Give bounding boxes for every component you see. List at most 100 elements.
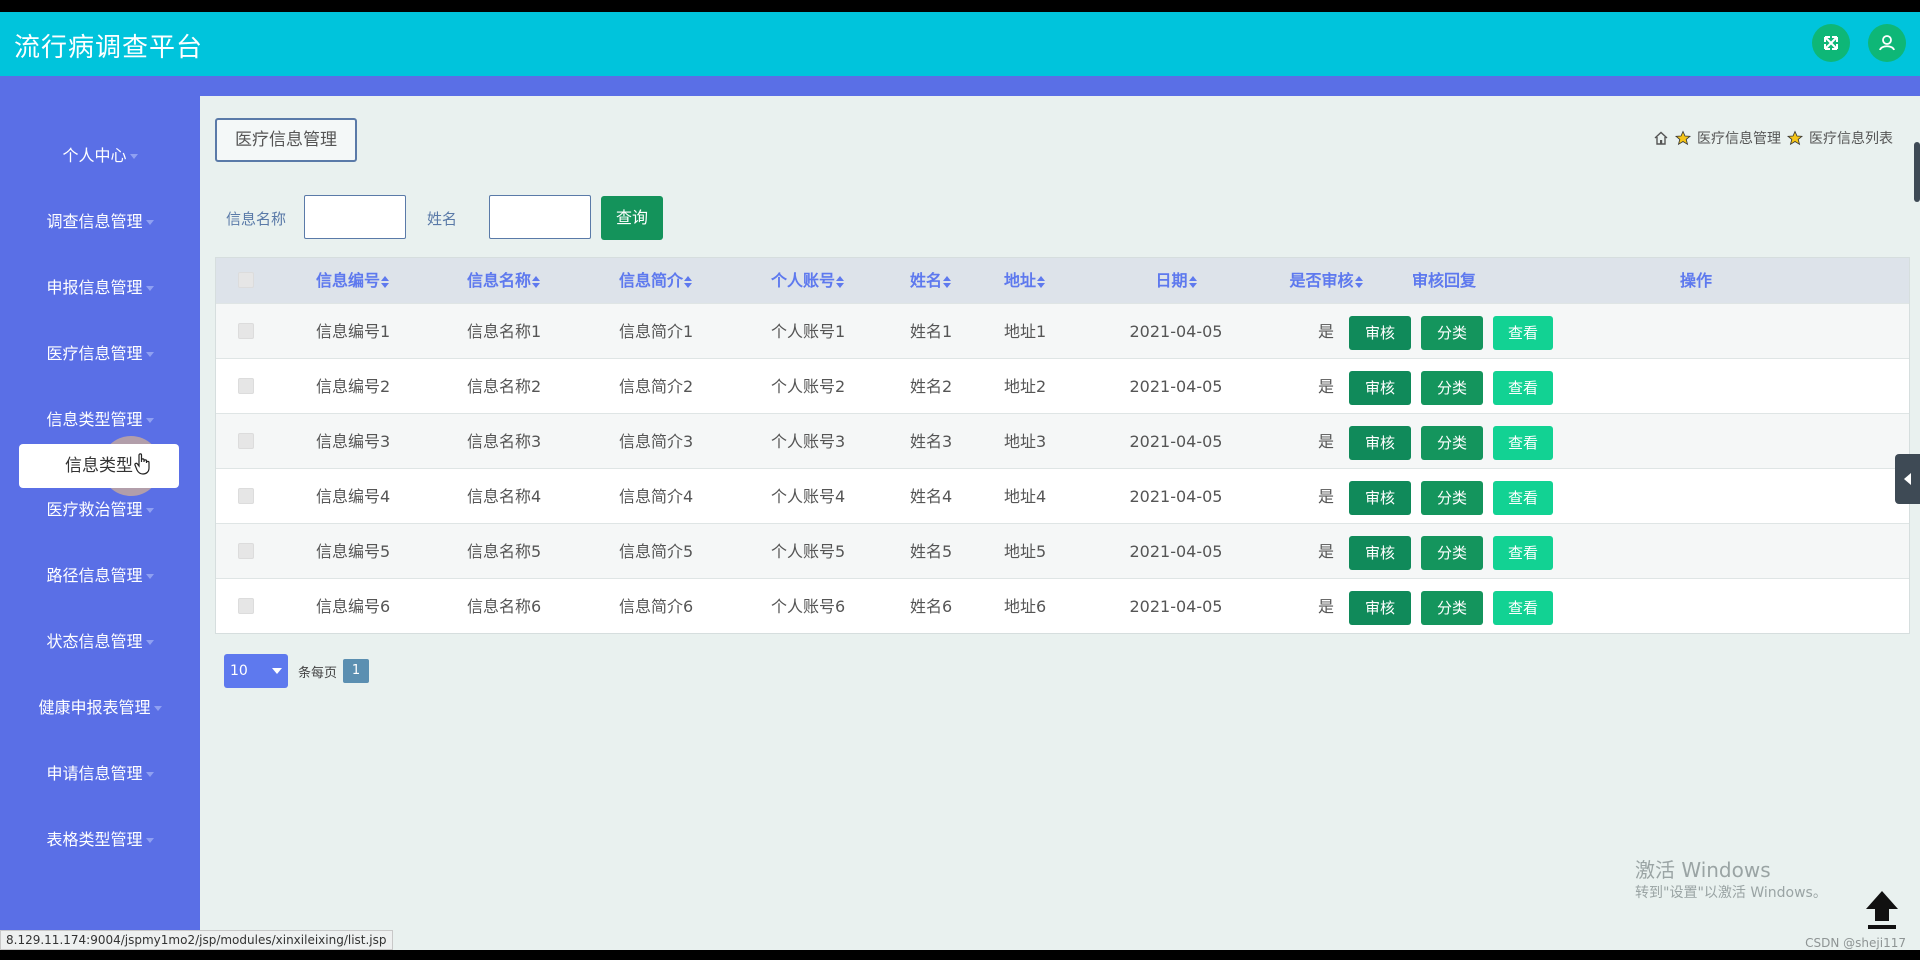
sidebar-item-form-type[interactable]: 表格类型管理 bbox=[0, 825, 200, 855]
table-cell-intro: 信息简介1 bbox=[619, 322, 694, 341]
app-title: 流行病调查平台 bbox=[14, 33, 204, 63]
hand-cursor-icon bbox=[134, 453, 150, 475]
table-cell-id: 信息编号4 bbox=[316, 487, 391, 506]
person-name-input[interactable] bbox=[489, 195, 591, 239]
table-cell-intro: 信息简介2 bbox=[619, 377, 694, 396]
table-cell-person: 姓名2 bbox=[910, 377, 953, 396]
sidebar-item-treatment[interactable]: 医疗救治管理 bbox=[0, 495, 200, 525]
sidebar-item-medical-info[interactable]: 医疗信息管理 bbox=[0, 339, 200, 369]
view-button[interactable]: 查看 bbox=[1493, 536, 1553, 570]
sidebar-item-application-info[interactable]: 申请信息管理 bbox=[0, 759, 200, 789]
view-button[interactable]: 查看 bbox=[1493, 426, 1553, 460]
column-header[interactable]: 信息名称 bbox=[467, 258, 541, 303]
review-button[interactable]: 审核 bbox=[1349, 371, 1411, 405]
chevron-down-icon bbox=[129, 154, 138, 159]
row-checkbox[interactable] bbox=[238, 488, 254, 504]
sidebar-item-report-info[interactable]: 申报信息管理 bbox=[0, 273, 200, 303]
sidebar-item-label: 医疗救治管理 bbox=[46, 500, 143, 519]
table-cell-account: 个人账号3 bbox=[771, 432, 846, 451]
sidebar-item-personal-center[interactable]: 个人中心 bbox=[0, 141, 200, 171]
data-table: 信息编号 信息名称 信息简介 个人账号 姓名 地址 日期 是否审核 审核回复 操… bbox=[215, 257, 1910, 634]
table-row: 信息编号1 信息名称1 信息简介1 个人账号1 姓名1 地址1 2021-04-05 是审核分… bbox=[216, 303, 1909, 358]
table-cell-addr: 地址4 bbox=[1004, 487, 1047, 506]
page-number-button[interactable]: 1 bbox=[343, 659, 369, 683]
view-button[interactable]: 查看 bbox=[1493, 591, 1553, 625]
table-cell-name: 信息名称3 bbox=[467, 432, 542, 451]
user-button[interactable] bbox=[1868, 24, 1906, 62]
expand-icon bbox=[1824, 36, 1838, 50]
column-header[interactable]: 姓名 bbox=[910, 258, 952, 303]
column-header[interactable]: 信息编号 bbox=[316, 258, 390, 303]
review-button[interactable]: 审核 bbox=[1349, 591, 1411, 625]
chevron-down-icon bbox=[145, 772, 154, 777]
row-checkbox[interactable] bbox=[238, 378, 254, 394]
activation-watermark-subtitle: 转到"设置"以激活 Windows。 bbox=[1635, 885, 1827, 901]
back-to-top-icon[interactable] bbox=[1862, 887, 1902, 931]
column-header[interactable]: 是否审核 bbox=[1266, 258, 1386, 303]
view-button[interactable]: 查看 bbox=[1493, 316, 1553, 350]
classify-button[interactable]: 分类 bbox=[1421, 591, 1483, 625]
star-icon bbox=[1787, 130, 1803, 146]
classify-button[interactable]: 分类 bbox=[1421, 481, 1483, 515]
chevron-down-icon bbox=[145, 508, 154, 513]
table-cell-person: 姓名3 bbox=[910, 432, 953, 451]
select-all-checkbox[interactable] bbox=[238, 272, 254, 288]
search-button[interactable]: 查询 bbox=[601, 196, 663, 240]
chevron-down-icon bbox=[272, 668, 282, 674]
sort-icon bbox=[1354, 275, 1363, 288]
view-button[interactable]: 查看 bbox=[1493, 371, 1553, 405]
column-header[interactable]: 地址 bbox=[1004, 258, 1046, 303]
classify-button[interactable]: 分类 bbox=[1421, 536, 1483, 570]
scrollbar-thumb[interactable] bbox=[1914, 142, 1920, 202]
row-checkbox[interactable] bbox=[238, 433, 254, 449]
column-header[interactable]: 日期 bbox=[1116, 258, 1236, 303]
table-cell-account: 个人账号4 bbox=[771, 487, 846, 506]
table-cell-name: 信息名称5 bbox=[467, 542, 542, 561]
row-checkbox[interactable] bbox=[238, 543, 254, 559]
table-cell-id: 信息编号5 bbox=[316, 542, 391, 561]
header-strip bbox=[0, 76, 1920, 96]
page-size-select[interactable]: 10 bbox=[224, 654, 288, 688]
review-button[interactable]: 审核 bbox=[1349, 536, 1411, 570]
app-window: 流行病调查平台 个人中心 调查信息管理 申报信息管理 医疗信息管理 信息类型管理… bbox=[0, 12, 1920, 950]
classify-button[interactable]: 分类 bbox=[1421, 426, 1483, 460]
table-cell-date: 2021-04-05 bbox=[1129, 322, 1223, 341]
table-cell-id: 信息编号2 bbox=[316, 377, 391, 396]
breadcrumb-item[interactable]: 医疗信息列表 bbox=[1809, 128, 1893, 148]
review-button[interactable]: 审核 bbox=[1349, 481, 1411, 515]
classify-button[interactable]: 分类 bbox=[1421, 371, 1483, 405]
info-name-input[interactable] bbox=[304, 195, 406, 239]
home-icon[interactable] bbox=[1653, 130, 1669, 146]
submenu-item-label: 信息类型 bbox=[65, 456, 133, 476]
table-cell-name: 信息名称1 bbox=[467, 322, 542, 341]
sidebar-item-label: 申请信息管理 bbox=[46, 764, 143, 783]
sidebar-item-info-type[interactable]: 信息类型管理 bbox=[0, 405, 200, 435]
submenu-item-info-type[interactable]: 信息类型 bbox=[19, 444, 179, 488]
breadcrumb-item[interactable]: 医疗信息管理 bbox=[1697, 128, 1781, 148]
sidebar-item-status-info[interactable]: 状态信息管理 bbox=[0, 627, 200, 657]
chevron-down-icon bbox=[145, 286, 154, 291]
column-header[interactable]: 信息简介 bbox=[619, 258, 693, 303]
sidebar-item-route-info[interactable]: 路径信息管理 bbox=[0, 561, 200, 591]
activation-watermark-title: 激活 Windows bbox=[1635, 858, 1771, 882]
sidebar-item-health-report[interactable]: 健康申报表管理 bbox=[0, 693, 200, 723]
classify-button[interactable]: 分类 bbox=[1421, 316, 1483, 350]
table-cell-id: 信息编号3 bbox=[316, 432, 391, 451]
table-cell-intro: 信息简介6 bbox=[619, 597, 694, 616]
row-checkbox[interactable] bbox=[238, 598, 254, 614]
collapse-panel-button[interactable] bbox=[1895, 454, 1920, 504]
review-button[interactable]: 审核 bbox=[1349, 316, 1411, 350]
table-cell-date: 2021-04-05 bbox=[1129, 377, 1223, 396]
chevron-down-icon bbox=[145, 220, 154, 225]
table-row: 信息编号4 信息名称4 信息简介4 个人账号4 姓名4 地址4 2021-04-05 是审核分… bbox=[216, 468, 1909, 523]
view-button[interactable]: 查看 bbox=[1493, 481, 1553, 515]
table-cell-addr: 地址2 bbox=[1004, 377, 1047, 396]
column-header[interactable]: 个人账号 bbox=[771, 258, 845, 303]
sidebar-item-survey-info[interactable]: 调查信息管理 bbox=[0, 207, 200, 237]
fullscreen-button[interactable] bbox=[1812, 24, 1850, 62]
table-cell-date: 2021-04-05 bbox=[1129, 487, 1223, 506]
table-row: 信息编号3 信息名称3 信息简介3 个人账号3 姓名3 地址3 2021-04-05 是审核分… bbox=[216, 413, 1909, 468]
sort-icon bbox=[1188, 275, 1197, 288]
row-checkbox[interactable] bbox=[238, 323, 254, 339]
review-button[interactable]: 审核 bbox=[1349, 426, 1411, 460]
